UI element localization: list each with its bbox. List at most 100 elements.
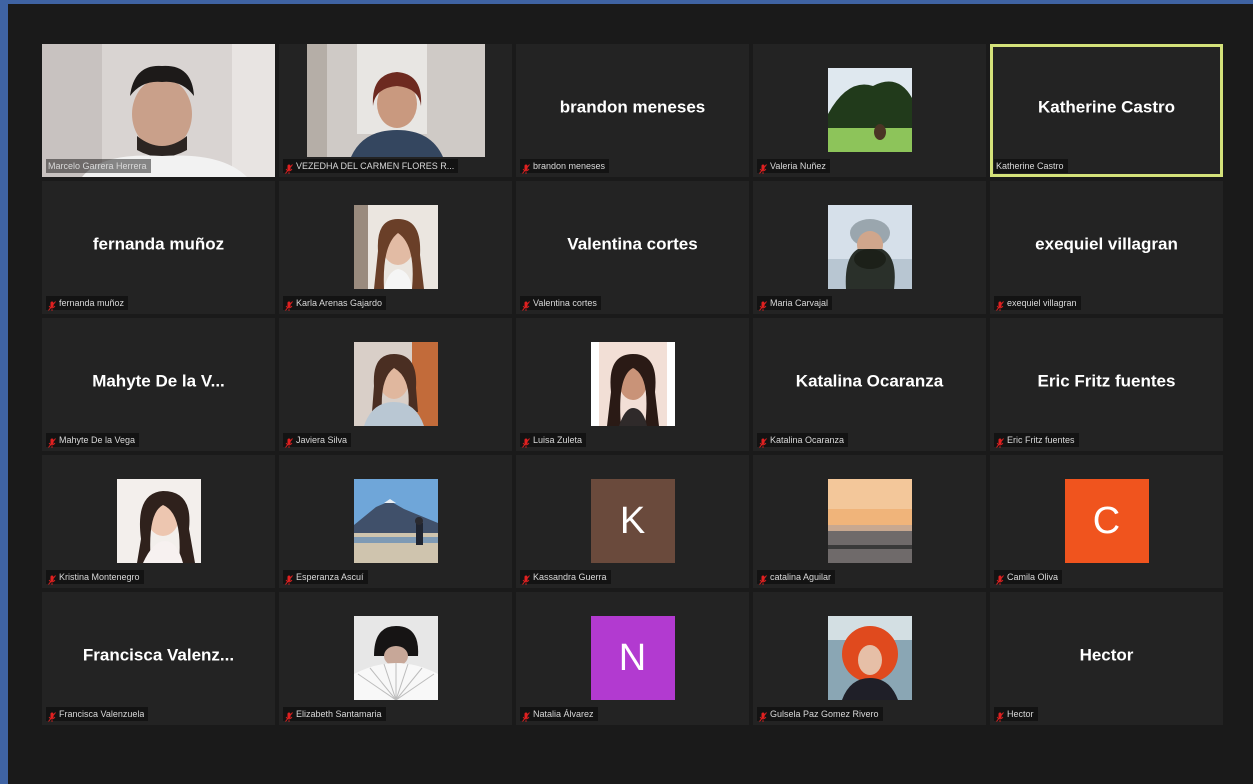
participant-tile[interactable]: Maria Carvajal bbox=[753, 181, 986, 314]
participant-tile[interactable]: brandon meneses brandon meneses bbox=[516, 44, 749, 177]
name-tag: Valentina cortes bbox=[520, 296, 601, 311]
profile-picture bbox=[353, 342, 438, 426]
participant-tile[interactable]: Javiera Silva bbox=[279, 318, 512, 451]
participant-name-label: Luisa Zuleta bbox=[533, 435, 583, 445]
name-tag: Kassandra Guerra bbox=[520, 570, 611, 585]
microphone-muted-icon bbox=[759, 709, 767, 722]
participant-display-name: Katherine Castro bbox=[1038, 96, 1175, 116]
name-tag: Katherine Castro bbox=[994, 159, 1068, 173]
profile-picture bbox=[353, 479, 438, 563]
participant-tile[interactable]: Elizabeth Santamaria bbox=[279, 592, 512, 725]
participant-display-name: brandon meneses bbox=[559, 96, 706, 116]
name-tag: Karla Arenas Gajardo bbox=[283, 296, 387, 311]
participant-name-label: Esperanza Ascuí bbox=[296, 572, 364, 582]
participant-name-label: Valentina cortes bbox=[533, 298, 597, 308]
microphone-muted-icon bbox=[285, 298, 293, 311]
avatar-initial: K bbox=[590, 479, 675, 563]
participant-name-label: Hector bbox=[1007, 709, 1034, 719]
profile-picture bbox=[827, 479, 912, 563]
microphone-muted-icon bbox=[522, 435, 530, 448]
name-tag: Katalina Ocaranza bbox=[757, 433, 849, 448]
participant-tile[interactable]: Hector Hector bbox=[990, 592, 1223, 725]
name-tag: Marcelo Garrera Herrera bbox=[46, 159, 151, 173]
participant-tile[interactable]: Marcelo Garrera Herrera bbox=[42, 44, 275, 177]
participant-display-name: Mahyte De la V... bbox=[92, 370, 225, 390]
name-tag: exequiel villagran bbox=[994, 296, 1081, 311]
name-tag: Hector bbox=[994, 707, 1038, 722]
participant-display-name: Francisca Valenz... bbox=[82, 644, 235, 664]
name-tag: Eric Fritz fuentes bbox=[994, 433, 1079, 448]
participant-name-label: Gulsela Paz Gomez Rivero bbox=[770, 709, 879, 719]
participant-display-name: exequiel villagran bbox=[1035, 233, 1178, 253]
participant-tile[interactable]: catalina Aguilar bbox=[753, 455, 986, 588]
participant-tile[interactable]: Katherine Castro Katherine Castro bbox=[990, 44, 1223, 177]
microphone-muted-icon bbox=[996, 298, 1004, 311]
profile-picture bbox=[827, 205, 912, 289]
microphone-muted-icon bbox=[996, 709, 1004, 722]
participant-name-label: Marcelo Garrera Herrera bbox=[48, 161, 147, 171]
participant-display-name: Katalina Ocaranza bbox=[795, 370, 944, 390]
participant-tile[interactable]: Esperanza Ascuí bbox=[279, 455, 512, 588]
participant-name-label: Katherine Castro bbox=[996, 161, 1064, 171]
participant-name-label: Katalina Ocaranza bbox=[770, 435, 845, 445]
microphone-muted-icon bbox=[759, 161, 767, 174]
name-tag: Luisa Zuleta bbox=[520, 433, 587, 448]
name-tag: Maria Carvajal bbox=[757, 296, 833, 311]
microphone-muted-icon bbox=[48, 709, 56, 722]
microphone-muted-icon bbox=[48, 298, 56, 311]
participant-tile[interactable]: K Kassandra Guerra bbox=[516, 455, 749, 588]
microphone-muted-icon bbox=[996, 572, 1004, 585]
participant-name-label: VEZEDHA DEL CARMEN FLORES R... bbox=[296, 161, 455, 171]
microphone-muted-icon bbox=[759, 298, 767, 311]
participant-name-label: Elizabeth Santamaria bbox=[296, 709, 382, 719]
microphone-muted-icon bbox=[522, 709, 530, 722]
participant-display-name: Eric Fritz fuentes bbox=[1037, 370, 1176, 390]
name-tag: VEZEDHA DEL CARMEN FLORES R... bbox=[283, 159, 459, 174]
participant-name-label: brandon meneses bbox=[533, 161, 606, 171]
avatar-initial: C bbox=[1064, 479, 1149, 563]
name-tag: catalina Aguilar bbox=[757, 570, 836, 585]
participant-tile[interactable]: Luisa Zuleta bbox=[516, 318, 749, 451]
participant-tile[interactable]: fernanda muñoz fernanda muñoz bbox=[42, 181, 275, 314]
name-tag: Elizabeth Santamaria bbox=[283, 707, 386, 722]
participant-name-label: Eric Fritz fuentes bbox=[1007, 435, 1075, 445]
participant-tile[interactable]: Mahyte De la V... Mahyte De la Vega bbox=[42, 318, 275, 451]
participant-name-label: Javiera Silva bbox=[296, 435, 348, 445]
microphone-muted-icon bbox=[285, 572, 293, 585]
microphone-muted-icon bbox=[285, 161, 293, 174]
name-tag: Valeria Nuñez bbox=[757, 159, 830, 174]
participant-name-label: Camila Oliva bbox=[1007, 572, 1059, 582]
name-tag: Gulsela Paz Gomez Rivero bbox=[757, 707, 883, 722]
gallery-view: Marcelo Garrera Herrera VEZEDHA DEL CARME… bbox=[42, 44, 1245, 728]
participant-tile[interactable]: C Camila Oliva bbox=[990, 455, 1223, 588]
participant-tile[interactable]: Karla Arenas Gajardo bbox=[279, 181, 512, 314]
name-tag: Kristina Montenegro bbox=[46, 570, 144, 585]
profile-picture bbox=[353, 616, 438, 700]
participant-name-label: Francisca Valenzuela bbox=[59, 709, 145, 719]
profile-picture bbox=[590, 342, 675, 426]
participant-tile[interactable]: Katalina Ocaranza Katalina Ocaranza bbox=[753, 318, 986, 451]
participant-video bbox=[306, 44, 485, 157]
microphone-muted-icon bbox=[285, 435, 293, 448]
microphone-muted-icon bbox=[996, 435, 1004, 448]
participant-display-name: Valentina cortes bbox=[567, 233, 698, 253]
participant-tile[interactable]: Gulsela Paz Gomez Rivero bbox=[753, 592, 986, 725]
participant-name-label: exequiel villagran bbox=[1007, 298, 1077, 308]
participant-name-label: Natalia Álvarez bbox=[533, 709, 594, 719]
participant-display-name: fernanda muñoz bbox=[92, 233, 225, 253]
profile-picture bbox=[827, 616, 912, 700]
participant-tile[interactable]: Valentina cortes Valentina cortes bbox=[516, 181, 749, 314]
participant-name-label: catalina Aguilar bbox=[770, 572, 832, 582]
avatar-initial: N bbox=[590, 616, 675, 700]
participant-name-label: Valeria Nuñez bbox=[770, 161, 826, 171]
participant-name-label: Mahyte De la Vega bbox=[59, 435, 136, 445]
name-tag: Javiera Silva bbox=[283, 433, 352, 448]
participant-tile[interactable]: Kristina Montenegro bbox=[42, 455, 275, 588]
participant-tile[interactable]: Valeria Nuñez bbox=[753, 44, 986, 177]
microphone-muted-icon bbox=[759, 435, 767, 448]
participant-tile[interactable]: VEZEDHA DEL CARMEN FLORES R... bbox=[279, 44, 512, 177]
participant-tile[interactable]: exequiel villagran exequiel villagran bbox=[990, 181, 1223, 314]
participant-tile[interactable]: N Natalia Álvarez bbox=[516, 592, 749, 725]
participant-tile[interactable]: Francisca Valenz... Francisca Valenzuela bbox=[42, 592, 275, 725]
participant-tile[interactable]: Eric Fritz fuentes Eric Fritz fuentes bbox=[990, 318, 1223, 451]
